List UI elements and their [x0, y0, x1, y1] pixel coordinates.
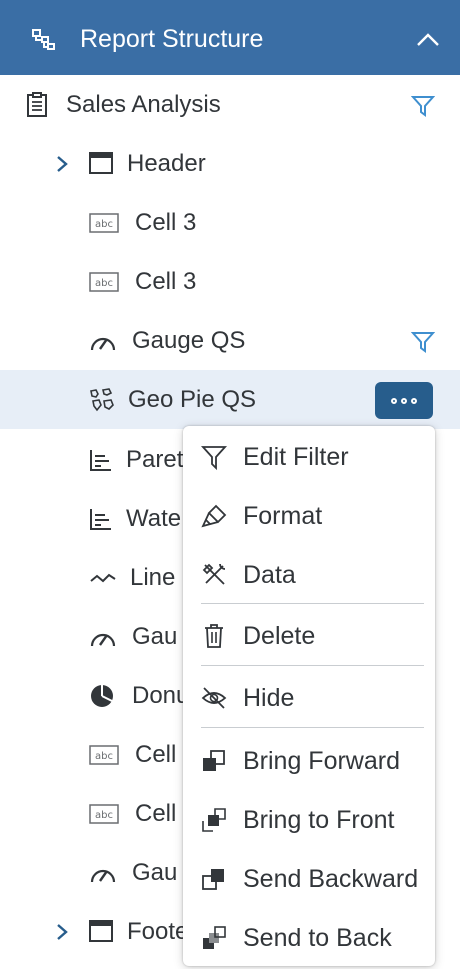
- menu-item-send-backward[interactable]: Send Backward: [183, 849, 435, 907]
- menu-item-bring-to-front[interactable]: Bring to Front: [183, 790, 435, 848]
- svg-text:abc: abc: [95, 278, 113, 289]
- send-to-back-icon: [200, 924, 228, 952]
- collapse-button[interactable]: [412, 24, 444, 56]
- tree-item-gauge-qs[interactable]: Gauge QS: [0, 311, 460, 370]
- tree-item-label: Geo Pie QS: [128, 386, 257, 413]
- send-backward-icon: [200, 865, 228, 893]
- bar-chart-icon: [89, 508, 113, 535]
- menu-item-hide[interactable]: Hide: [183, 668, 435, 726]
- text-cell-icon: abc: [89, 272, 119, 297]
- pie-chart-icon: [89, 683, 115, 714]
- gauge-icon: [89, 330, 117, 357]
- tree-item-cell-3[interactable]: abc Cell 3: [0, 193, 460, 252]
- menu-item-label: Bring to Front: [243, 806, 395, 834]
- filter-icon[interactable]: [410, 331, 436, 353]
- chevron-up-icon: [417, 33, 439, 46]
- tree-item-label: Paret: [126, 446, 184, 473]
- menu-item-label: Delete: [243, 622, 316, 650]
- menu-item-label: Hide: [243, 684, 295, 712]
- svg-text:abc: abc: [95, 810, 113, 821]
- menu-separator: [201, 727, 424, 728]
- menu-item-label: Bring Forward: [243, 747, 400, 775]
- tree-item-geo-pie-qs[interactable]: Geo Pie QS: [0, 370, 460, 429]
- bring-to-front-icon: [200, 806, 228, 834]
- geo-map-icon: [89, 388, 115, 417]
- panel-title: Report Structure: [80, 25, 264, 53]
- panel-header: Report Structure: [0, 0, 460, 75]
- text-cell-icon: abc: [89, 213, 119, 238]
- line-chart-icon: [89, 569, 117, 592]
- menu-separator: [201, 665, 424, 666]
- menu-item-delete[interactable]: Delete: [183, 606, 435, 664]
- menu-item-send-to-back[interactable]: Send to Back: [183, 908, 435, 966]
- tree-item-label: Gau: [132, 859, 178, 886]
- context-menu: Edit Filter Format Data Delete Hide Brin…: [183, 426, 435, 966]
- svg-text:abc: abc: [95, 751, 113, 762]
- tree-item-label: Cell 3: [135, 209, 197, 236]
- overflow-icon: [391, 397, 397, 404]
- tree-item-label: Cell: [135, 800, 177, 827]
- tools-icon: [200, 561, 228, 589]
- eye-off-icon: [200, 684, 228, 712]
- tree-item-header[interactable]: Header: [0, 134, 460, 193]
- text-cell-icon: abc: [89, 745, 119, 770]
- tree-item-label: Cell: [135, 741, 177, 768]
- trash-icon: [200, 622, 228, 650]
- tree-item-label: Wate: [126, 505, 182, 532]
- window-icon: [89, 920, 113, 947]
- tree-item-label: Sales Analysis: [66, 91, 221, 118]
- gauge-icon: [89, 626, 117, 653]
- document-icon: [26, 92, 48, 123]
- chevron-right-icon[interactable]: [55, 922, 69, 942]
- bar-chart-icon: [89, 449, 113, 476]
- menu-item-label: Data: [243, 561, 296, 589]
- menu-item-label: Edit Filter: [243, 443, 349, 471]
- tree-item-label: Donu: [132, 682, 190, 709]
- bring-forward-icon: [200, 747, 228, 775]
- svg-text:abc: abc: [95, 219, 113, 230]
- menu-item-label: Format: [243, 502, 323, 530]
- hierarchy-icon: [32, 29, 56, 56]
- tree-item-cell-3[interactable]: abc Cell 3: [0, 252, 460, 311]
- menu-item-data[interactable]: Data: [183, 545, 435, 603]
- menu-item-edit-filter[interactable]: Edit Filter: [183, 427, 435, 485]
- gauge-icon: [89, 862, 117, 889]
- tree-item-label: Header: [127, 150, 206, 177]
- overflow-icon: [411, 397, 417, 404]
- menu-item-bring-forward[interactable]: Bring Forward: [183, 731, 435, 789]
- filter-icon[interactable]: [410, 95, 436, 117]
- tree-item-label: Gau: [132, 623, 178, 650]
- menu-item-format[interactable]: Format: [183, 486, 435, 544]
- tree-item-label: Gauge QS: [132, 327, 246, 354]
- overflow-icon: [401, 397, 407, 404]
- window-icon: [89, 152, 113, 179]
- tree-item-sales-analysis[interactable]: Sales Analysis: [0, 75, 460, 134]
- tree-item-label: Line: [130, 564, 176, 591]
- filter-icon: [200, 443, 228, 471]
- menu-item-label: Send to Back: [243, 924, 392, 952]
- tree-item-label: Cell 3: [135, 268, 197, 295]
- paint-brush-icon: [200, 502, 228, 530]
- tree-item-label: Foote: [127, 918, 189, 945]
- text-cell-icon: abc: [89, 804, 119, 829]
- menu-separator: [201, 603, 424, 604]
- menu-item-label: Send Backward: [243, 865, 419, 893]
- chevron-right-icon[interactable]: [55, 154, 69, 174]
- more-options-button[interactable]: [375, 382, 433, 419]
